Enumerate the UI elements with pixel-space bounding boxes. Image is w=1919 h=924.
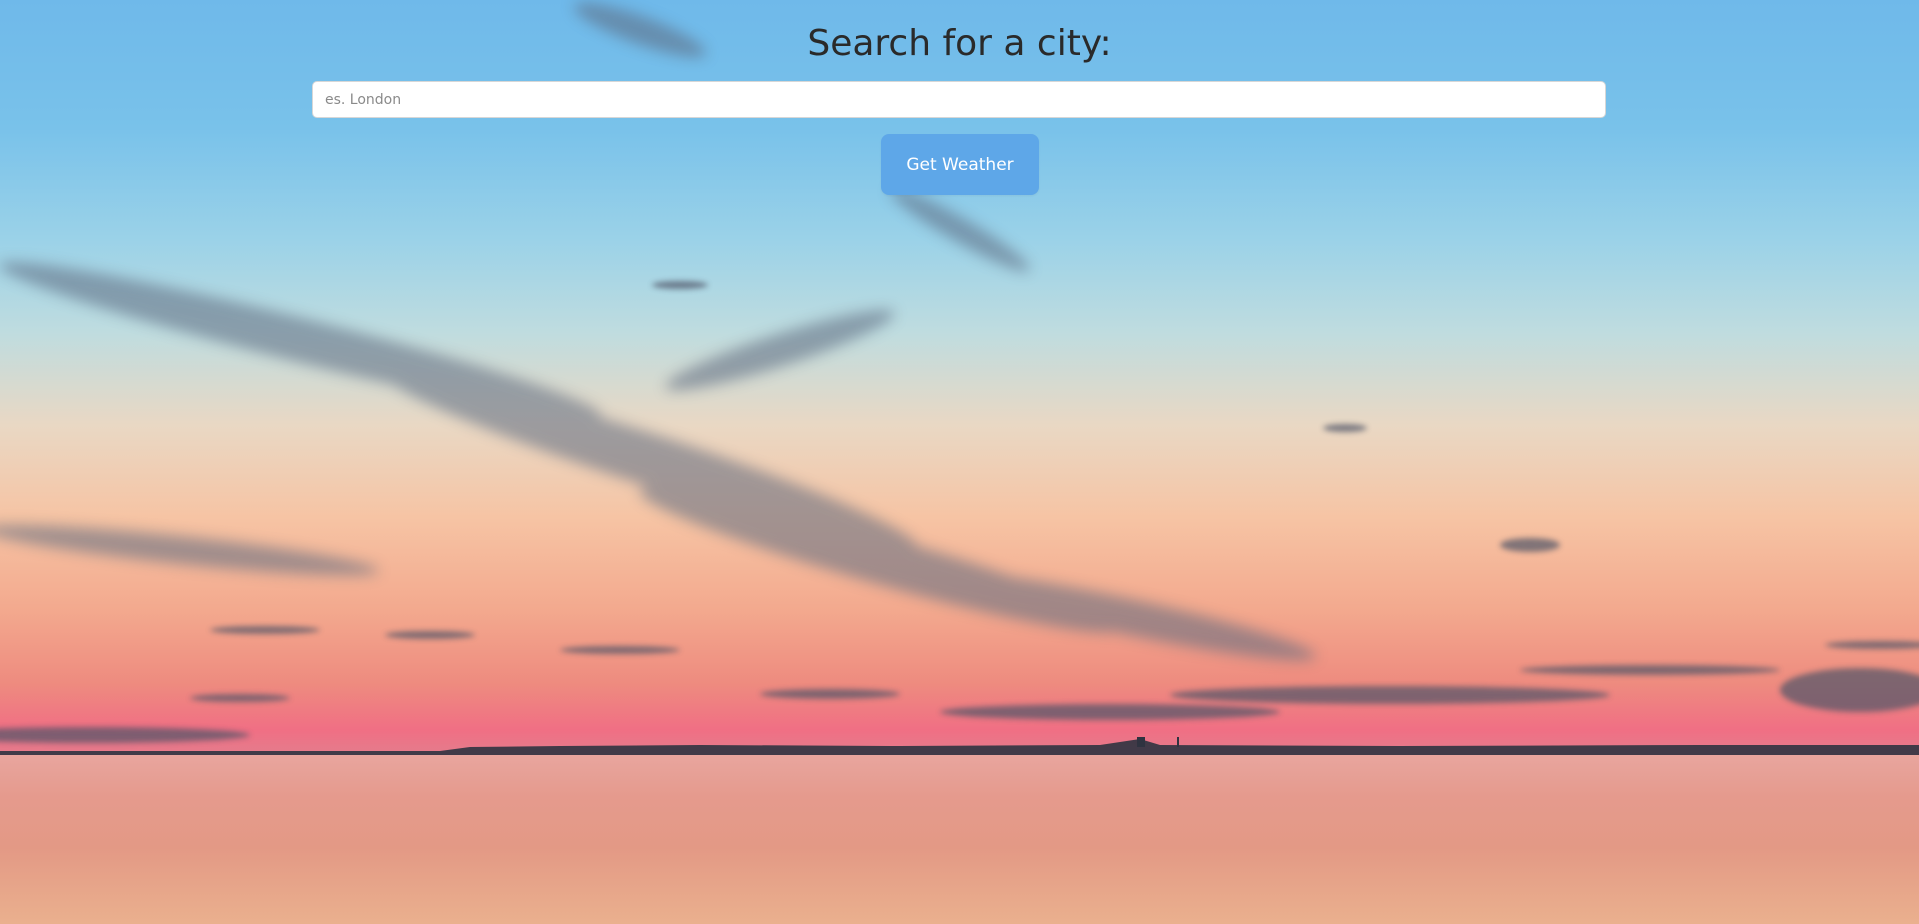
city-search-input[interactable] <box>312 81 1606 118</box>
horizon-skyline <box>0 737 1919 757</box>
weather-page: Search for a city: Get Weather <box>0 0 1919 924</box>
lake-water <box>0 755 1919 924</box>
page-title: Search for a city: <box>807 23 1112 64</box>
get-weather-button[interactable]: Get Weather <box>881 134 1039 195</box>
